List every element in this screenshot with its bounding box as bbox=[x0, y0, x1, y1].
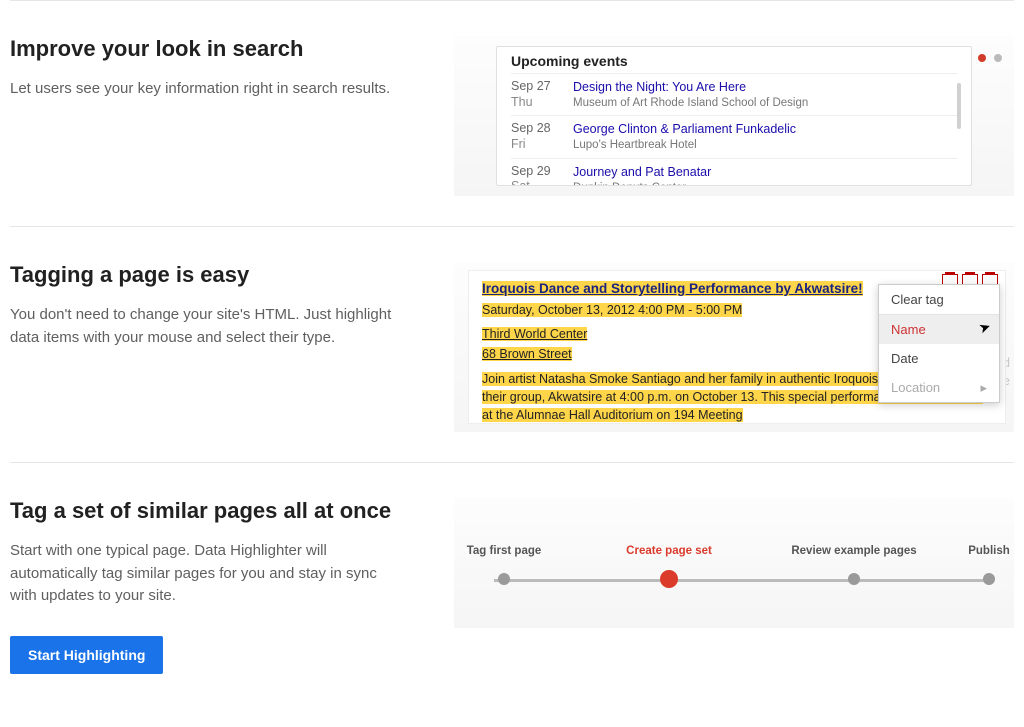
timeline-graphic: Tag first page Create page set Review ex… bbox=[454, 498, 1014, 628]
events-heading: Upcoming events bbox=[511, 53, 957, 69]
timeline-step-label-active: Create page set bbox=[626, 545, 712, 557]
event-link[interactable]: Journey and Pat Benatar bbox=[573, 164, 957, 181]
section-text: Tagging a page is easy You don't need to… bbox=[10, 262, 405, 432]
timeline-node bbox=[983, 573, 995, 585]
carousel-dots bbox=[978, 54, 1002, 62]
event-row: Sep 27 Thu Design the Night: You Are Her… bbox=[511, 73, 957, 115]
event-row: Sep 28 Fri George Clinton & Parliament F… bbox=[511, 115, 957, 157]
timeline-step-label: Tag first page bbox=[467, 545, 542, 557]
event-date-md: Sep 29 bbox=[511, 164, 573, 180]
section-tagging-easy: Tagging a page is easy You don't need to… bbox=[10, 226, 1014, 462]
carousel-dot[interactable] bbox=[994, 54, 1002, 62]
menu-item-label: Name bbox=[891, 322, 926, 337]
menu-item-label: Location bbox=[891, 380, 940, 395]
section-body: You don't need to change your site's HTM… bbox=[10, 304, 405, 349]
event-date: Sep 28 Fri bbox=[511, 121, 573, 153]
cursor-icon: ➤ bbox=[977, 318, 994, 338]
event-venue: Dunkin Donuts Center bbox=[573, 181, 957, 186]
carousel-dot-active[interactable] bbox=[978, 54, 986, 62]
menu-item-date[interactable]: Date bbox=[879, 344, 999, 373]
event-venue: Lupo's Heartbreak Hotel bbox=[573, 138, 957, 154]
section-body: Let users see your key information right… bbox=[10, 78, 405, 101]
menu-item-location[interactable]: Location ▸ bbox=[879, 373, 999, 402]
event-link[interactable]: George Clinton & Parliament Funkadelic bbox=[573, 121, 957, 138]
event-body: Journey and Pat Benatar Dunkin Donuts Ce… bbox=[573, 164, 957, 186]
section-body: Start with one typical page. Data Highli… bbox=[10, 540, 405, 608]
event-date-dow: Sat bbox=[511, 179, 573, 186]
section-title: Improve your look in search bbox=[10, 36, 405, 62]
timeline-node bbox=[848, 573, 860, 585]
event-date: Sep 29 Sat bbox=[511, 164, 573, 186]
section-title: Tagging a page is easy bbox=[10, 262, 405, 288]
section-tag-set: Tag a set of similar pages all at once S… bbox=[10, 462, 1014, 704]
section-text: Tag a set of similar pages all at once S… bbox=[10, 498, 405, 674]
timeline-node-active bbox=[660, 570, 678, 588]
event-body: Design the Night: You Are Here Museum of… bbox=[573, 79, 957, 111]
timeline-track bbox=[494, 579, 994, 582]
event-date: Sep 27 Thu bbox=[511, 79, 573, 111]
event-venue: Museum of Art Rhode Island School of Des… bbox=[573, 96, 957, 112]
timeline-step-label: Publish bbox=[968, 545, 1010, 557]
event-date-dow: Thu bbox=[511, 95, 573, 111]
context-menu: Clear tag Name ➤ Date Location ▸ bbox=[878, 284, 1000, 403]
timeline-node bbox=[498, 573, 510, 585]
event-date-md: Sep 28 bbox=[511, 121, 573, 137]
submenu-arrow-icon: ▸ bbox=[980, 380, 987, 396]
timeline-step-label: Review example pages bbox=[791, 545, 916, 557]
section-title: Tag a set of similar pages all at once bbox=[10, 498, 405, 524]
timeline: Tag first page Create page set Review ex… bbox=[494, 563, 994, 603]
section-text: Improve your look in search Let users se… bbox=[10, 36, 405, 196]
event-row: Sep 29 Sat Journey and Pat Benatar Dunki… bbox=[511, 158, 957, 186]
tagging-preview-graphic: , and ance Iroquois Dance and Storytelli… bbox=[454, 262, 1014, 432]
menu-item-name[interactable]: Name ➤ bbox=[879, 315, 999, 344]
event-date-dow: Fri bbox=[511, 137, 573, 153]
events-card: Upcoming events Sep 27 Thu Design the Ni… bbox=[496, 46, 972, 186]
event-body: George Clinton & Parliament Funkadelic L… bbox=[573, 121, 957, 153]
event-link[interactable]: Design the Night: You Are Here bbox=[573, 79, 957, 96]
section-improve-look: Improve your look in search Let users se… bbox=[10, 0, 1014, 226]
events-preview-graphic: Upcoming events Sep 27 Thu Design the Ni… bbox=[454, 36, 1014, 196]
scrollbar-thumb[interactable] bbox=[957, 83, 961, 129]
start-highlighting-button[interactable]: Start Highlighting bbox=[10, 636, 163, 674]
event-date-md: Sep 27 bbox=[511, 79, 573, 95]
menu-item-clear-tag[interactable]: Clear tag bbox=[879, 285, 999, 314]
